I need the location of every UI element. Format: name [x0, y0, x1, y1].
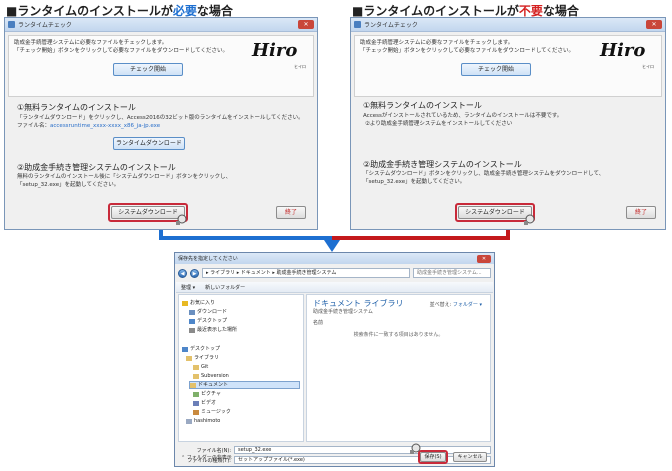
recent-places-icon: [189, 327, 195, 333]
tree-label: ドキュメント: [198, 382, 229, 388]
arrange-by: 並べ替え: フォルダー ▾: [430, 301, 482, 308]
blue-arrow-line: [159, 230, 332, 240]
empty-message: 検索条件に一致する項目はありません。: [353, 332, 444, 338]
save-dialog-title: 保存先を指定してください: [178, 256, 238, 262]
tree-label: Subversion: [201, 373, 229, 379]
hide-folders-toggle[interactable]: ⌃ フォルダーの非表示: [181, 454, 232, 461]
address-row: ◀ ▶ ▸ ライブラリ ▸ ドキュメント ▸ 助成金手続き管理システム 助成金手…: [178, 267, 491, 279]
tree-label: Git: [201, 364, 209, 370]
click-cursor-icon: [410, 443, 421, 454]
tree-label: お気に入り: [190, 300, 216, 306]
tree-label: デスクトップ: [190, 346, 221, 352]
documents-icon: [190, 382, 196, 388]
user-folder-icon: [186, 418, 192, 424]
red-arrow-line: [332, 230, 510, 240]
desktop-icon: [182, 346, 188, 352]
tree-item-desktop-fav[interactable]: デスクトップ: [189, 317, 227, 325]
tree-item-git[interactable]: Git: [193, 363, 208, 371]
back-icon[interactable]: ◀: [178, 268, 187, 278]
download-folder-icon: [189, 309, 195, 315]
forward-icon[interactable]: ▶: [190, 268, 199, 278]
column-header-name[interactable]: 名前: [313, 319, 323, 326]
library-subtitle: 助成金手続き管理システム: [313, 309, 373, 315]
arrange-label: 並べ替え:: [429, 302, 452, 308]
new-folder-button[interactable]: 新しいフォルダー: [205, 284, 245, 291]
tree-label: ビデオ: [201, 400, 217, 406]
pictures-icon: [193, 391, 199, 397]
videos-icon: [193, 400, 199, 406]
tree-item-pictures[interactable]: ピクチャ: [193, 390, 221, 398]
search-input[interactable]: 助成金手続き管理システム...: [413, 268, 491, 278]
tree-label: ミュージック: [201, 409, 231, 415]
tree-label: ピクチャ: [201, 391, 221, 397]
tree-item-videos[interactable]: ビデオ: [193, 399, 216, 407]
close-icon[interactable]: ✕: [477, 254, 491, 263]
save-button[interactable]: 保存(S): [420, 452, 446, 462]
save-dialog: 保存先を指定してください ✕ ◀ ▶ ▸ ライブラリ ▸ ドキュメント ▸ 助成…: [174, 252, 495, 467]
folder-tree: お気に入り ダウンロード デスクトップ 最近表示した場所 デスクトップ ライブラ…: [178, 294, 304, 442]
folder-icon: [193, 364, 199, 370]
tree-item-documents[interactable]: ドキュメント: [189, 381, 300, 389]
tree-item-hashimoto[interactable]: hashimoto: [186, 417, 220, 425]
cancel-button[interactable]: キャンセル: [453, 452, 487, 462]
flow-arrows: [159, 230, 510, 252]
filename-label: ファイル名(N):: [196, 447, 231, 454]
dialog-toolbar: 整理 ▾ 新しいフォルダー: [176, 282, 493, 293]
tree-label: デスクトップ: [197, 318, 228, 324]
tree-item-downloads[interactable]: ダウンロード: [189, 308, 227, 316]
chevron-up-icon: ⌃: [181, 455, 186, 461]
file-list: ドキュメント ライブラリ 助成金手続き管理システム 並べ替え: フォルダー ▾ …: [306, 294, 491, 442]
tree-item-favorites[interactable]: お気に入り: [182, 299, 215, 307]
tree-label: hashimoto: [194, 418, 221, 424]
tree-item-desktop[interactable]: デスクトップ: [182, 345, 220, 353]
down-arrow-icon: [324, 240, 340, 252]
tree-label: ダウンロード: [197, 309, 228, 315]
folder-icon: [193, 373, 199, 379]
save-titlebar: 保存先を指定してください ✕: [175, 253, 494, 264]
tree-item-subversion[interactable]: Subversion: [193, 372, 229, 380]
tree-item-recent[interactable]: 最近表示した場所: [189, 326, 237, 334]
music-icon: [193, 409, 199, 415]
tree-label: ライブラリ: [194, 355, 220, 361]
breadcrumb[interactable]: ▸ ライブラリ ▸ ドキュメント ▸ 助成金手続き管理システム: [202, 268, 410, 278]
desktop-icon: [189, 318, 195, 324]
star-icon: [182, 300, 188, 306]
organize-menu[interactable]: 整理 ▾: [181, 284, 195, 291]
hide-folders-label: フォルダーの非表示: [186, 455, 232, 461]
tree-item-music[interactable]: ミュージック: [193, 408, 231, 416]
library-icon: [186, 355, 192, 361]
tree-item-libraries[interactable]: ライブラリ: [186, 354, 219, 362]
tree-label: 最近表示した場所: [197, 327, 238, 333]
arrange-dropdown[interactable]: フォルダー ▾: [453, 302, 482, 308]
